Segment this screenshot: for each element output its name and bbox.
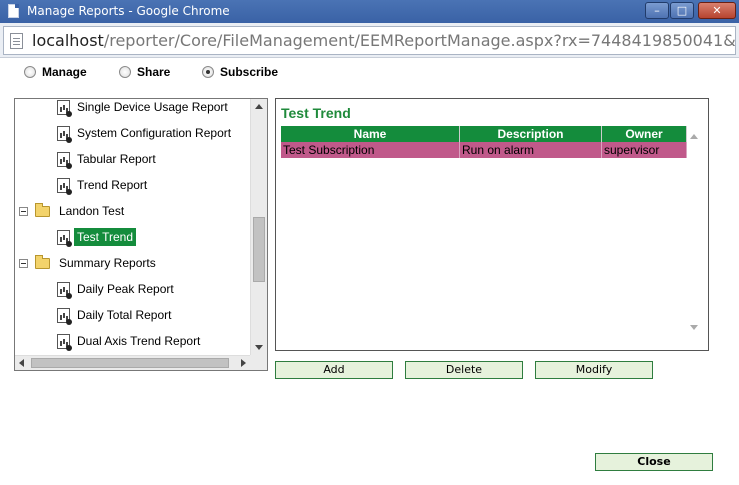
cell-owner: supervisor <box>602 142 687 158</box>
document-icon <box>10 33 23 49</box>
tree-item-label: Dual Axis Trend Report <box>77 334 201 348</box>
url-path: /reporter/Core/FileManagement/EEMReportM… <box>103 31 736 50</box>
tree-item-label-selected: Test Trend <box>74 228 137 246</box>
collapse-summary-reports-icon[interactable] <box>19 259 28 268</box>
close-window-button[interactable]: ✕ <box>698 2 736 19</box>
tree-folder-summary-reports[interactable]: Summary Reports <box>35 252 159 274</box>
report-icon <box>57 125 72 143</box>
radio-manage-label: Manage <box>42 65 87 79</box>
scroll-down-icon[interactable] <box>255 345 263 350</box>
report-icon <box>57 307 72 325</box>
scrollbar-corner <box>250 355 267 370</box>
folder-icon <box>35 202 50 217</box>
report-icon <box>57 333 72 351</box>
column-header-owner[interactable]: Owner <box>602 126 687 142</box>
report-tree: Single Device Usage Report System Config… <box>14 98 268 371</box>
tree-folder-landon-test[interactable]: Landon Test <box>35 200 127 222</box>
column-header-description[interactable]: Description <box>460 126 602 142</box>
tree-folder-label: Landon Test <box>59 204 125 218</box>
collapse-landon-test-icon[interactable] <box>19 207 28 216</box>
report-icon <box>57 229 72 247</box>
grid-header: Name Description Owner <box>281 126 687 142</box>
grid-vertical-scrollbar[interactable] <box>687 126 701 334</box>
radio-subscribe-label: Subscribe <box>220 65 279 79</box>
tree-item-label: Trend Report <box>77 178 148 192</box>
delete-button[interactable]: Delete <box>405 361 523 379</box>
column-header-name[interactable]: Name <box>281 126 460 142</box>
scroll-up-icon[interactable] <box>690 134 698 139</box>
tree-item-label: System Configuration Report <box>77 126 232 140</box>
window-titlebar: Manage Reports - Google Chrome – □ ✕ <box>0 0 739 23</box>
cell-description: Run on alarm <box>460 142 602 158</box>
radio-share-label: Share <box>137 65 171 79</box>
tree-item-label: Tabular Report <box>77 152 156 166</box>
tree-item-tabular-report[interactable]: Tabular Report <box>57 148 159 170</box>
scroll-up-icon[interactable] <box>255 104 263 109</box>
tree-item-label: Daily Total Report <box>77 308 172 322</box>
radio-share[interactable]: Share <box>119 65 170 79</box>
tree-horizontal-scrollbar[interactable] <box>15 355 250 370</box>
close-button[interactable]: Close <box>595 453 713 471</box>
scroll-left-icon[interactable] <box>19 359 24 367</box>
scroll-down-icon[interactable] <box>690 325 698 330</box>
radio-manage[interactable]: Manage <box>24 65 87 79</box>
table-row[interactable]: Test Subscription Run on alarm superviso… <box>281 142 687 158</box>
tree-item-daily-peak-report[interactable]: Daily Peak Report <box>57 278 177 300</box>
tree-item-dual-axis-trend-report[interactable]: Dual Axis Trend Report <box>57 330 203 352</box>
subscription-grid: Name Description Owner Test Subscription… <box>281 126 687 158</box>
report-icon <box>57 99 72 117</box>
modify-button[interactable]: Modify <box>535 361 653 379</box>
url-text: localhost/reporter/Core/FileManagement/E… <box>32 31 736 50</box>
tree-item-label: Daily Peak Report <box>77 282 174 296</box>
scroll-right-icon[interactable] <box>241 359 246 367</box>
tree-item-test-trend[interactable]: Test Trend <box>57 226 137 248</box>
radio-subscribe[interactable]: Subscribe <box>202 65 278 79</box>
window-title: Manage Reports - Google Chrome <box>27 4 230 18</box>
tree-item-trend-report[interactable]: Trend Report <box>57 174 150 196</box>
tree-item-single-device-usage-report[interactable]: Single Device Usage Report <box>57 99 231 118</box>
radio-circle-checked[interactable] <box>202 66 214 78</box>
folder-icon <box>35 254 50 269</box>
tree-item-label: Single Device Usage Report <box>77 100 228 114</box>
cell-name: Test Subscription <box>281 142 460 158</box>
url-host: localhost <box>32 31 104 50</box>
radio-circle[interactable] <box>24 66 36 78</box>
radio-circle[interactable] <box>119 66 131 78</box>
report-title: Test Trend <box>281 105 351 121</box>
tree-item-daily-total-report[interactable]: Daily Total Report <box>57 304 175 326</box>
minimize-button[interactable]: – <box>645 2 669 19</box>
report-icon <box>57 151 72 169</box>
address-bar: localhost/reporter/Core/FileManagement/E… <box>0 23 739 58</box>
scroll-thumb[interactable] <box>31 358 229 368</box>
report-icon <box>57 177 72 195</box>
maximize-button[interactable]: □ <box>670 2 694 19</box>
scroll-thumb[interactable] <box>253 217 265 282</box>
report-icon <box>57 281 72 299</box>
add-button[interactable]: Add <box>275 361 393 379</box>
page-icon <box>8 4 19 18</box>
tree-item-system-configuration-report[interactable]: System Configuration Report <box>57 122 234 144</box>
tree-vertical-scrollbar[interactable] <box>250 99 267 355</box>
tree-folder-label: Summary Reports <box>59 256 156 270</box>
subscription-panel: Test Trend Name Description Owner Test S… <box>275 98 709 351</box>
url-field[interactable]: localhost/reporter/Core/FileManagement/E… <box>3 26 736 55</box>
